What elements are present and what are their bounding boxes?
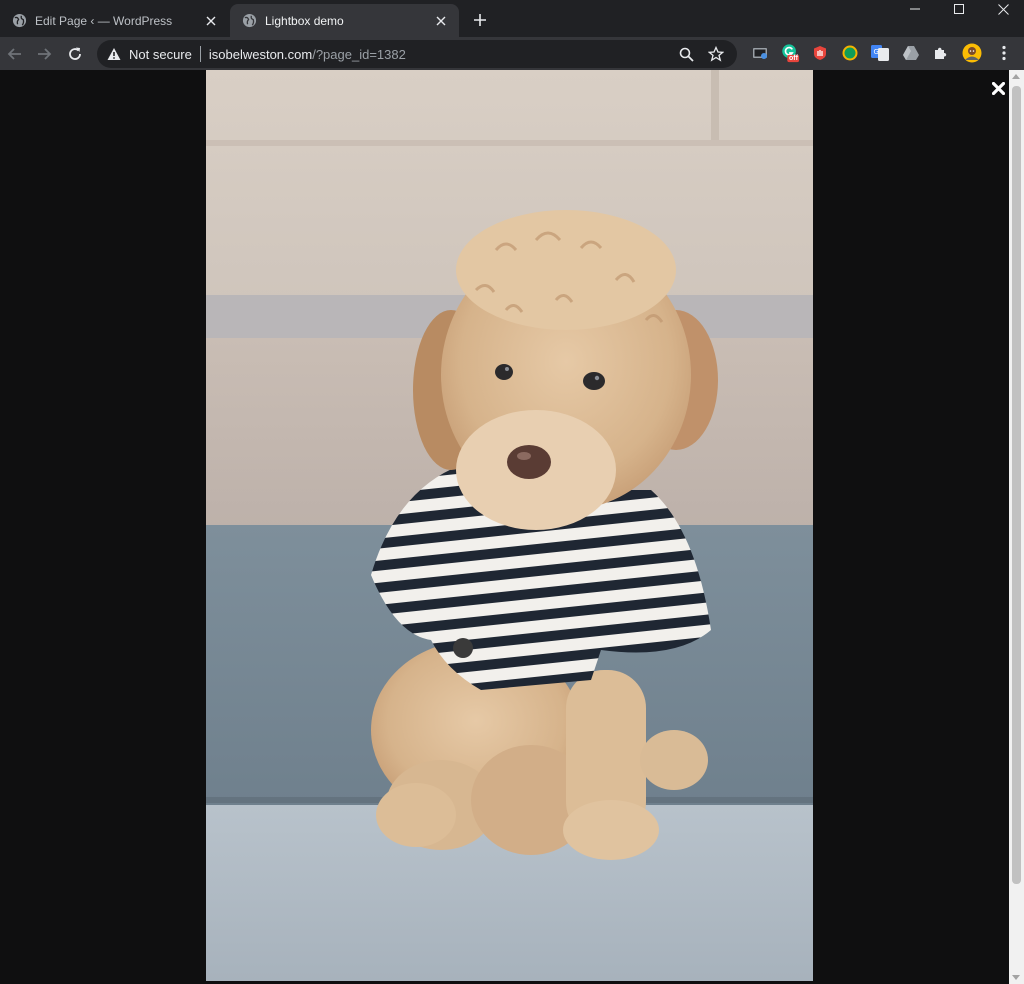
tab-strip: Edit Page ‹ — WordPress Lightbox demo [0, 0, 1024, 37]
extension-screen-icon[interactable] [750, 43, 770, 63]
lightbox-image [206, 70, 813, 981]
minimize-icon [910, 8, 920, 10]
forward-button[interactable] [32, 42, 56, 66]
close-icon [997, 3, 1009, 15]
close-tab-icon[interactable] [433, 13, 449, 29]
tab-title: Lightbox demo [265, 13, 344, 28]
tab-lightbox-demo[interactable]: Lightbox demo [230, 4, 459, 37]
maximize-icon [954, 4, 964, 14]
grammarly-icon[interactable]: off [780, 43, 800, 63]
url-host: isobelweston.com [208, 46, 313, 62]
warning-icon[interactable] [107, 47, 121, 61]
zoom-icon[interactable] [677, 45, 695, 63]
close-tab-icon[interactable] [203, 13, 219, 29]
globe-icon [12, 13, 27, 28]
maximize-button[interactable] [937, 0, 981, 18]
scroll-up-arrow-icon[interactable] [1012, 74, 1020, 79]
window-close-button[interactable] [981, 0, 1024, 18]
svg-text:G: G [874, 48, 879, 56]
scrollbar-thumb[interactable] [1012, 86, 1021, 884]
plus-icon [474, 14, 486, 26]
globe-icon [242, 13, 257, 28]
google-translate-icon[interactable]: G [870, 43, 890, 63]
vertical-scrollbar[interactable] [1009, 70, 1024, 984]
security-status[interactable]: Not secure [129, 47, 192, 62]
new-tab-button[interactable] [470, 10, 490, 30]
lightbox-close-button[interactable] [990, 80, 1006, 96]
adblock-hand-icon[interactable] [810, 43, 830, 63]
close-icon [991, 81, 1005, 95]
arrow-left-icon [7, 48, 21, 60]
bookmark-star-icon[interactable] [707, 45, 725, 63]
address-bar[interactable]: Not secure isobelweston.com /?page_id=13… [97, 40, 737, 68]
tab-edit-page[interactable]: Edit Page ‹ — WordPress [0, 4, 229, 37]
grammarly-badge: off [789, 55, 798, 62]
reload-icon [69, 47, 81, 60]
tab-title: Edit Page ‹ — WordPress [35, 13, 173, 28]
extensions-puzzle-icon[interactable] [931, 43, 951, 63]
minimize-button[interactable] [893, 0, 937, 18]
scroll-down-arrow-icon[interactable] [1012, 975, 1020, 980]
reload-button[interactable] [63, 42, 87, 66]
back-button[interactable] [3, 42, 27, 66]
arrow-right-icon [38, 48, 52, 60]
profile-avatar-icon[interactable] [962, 43, 982, 63]
compass-extension-icon[interactable] [840, 43, 860, 63]
menu-kebab-icon[interactable] [994, 43, 1014, 63]
google-drive-icon[interactable] [901, 43, 921, 63]
browser-toolbar: Not secure isobelweston.com /?page_id=13… [0, 37, 1024, 70]
omnibox-divider [199, 46, 201, 62]
url-path: /?page_id=1382 [312, 46, 406, 62]
lightbox-overlay[interactable] [0, 70, 1024, 984]
